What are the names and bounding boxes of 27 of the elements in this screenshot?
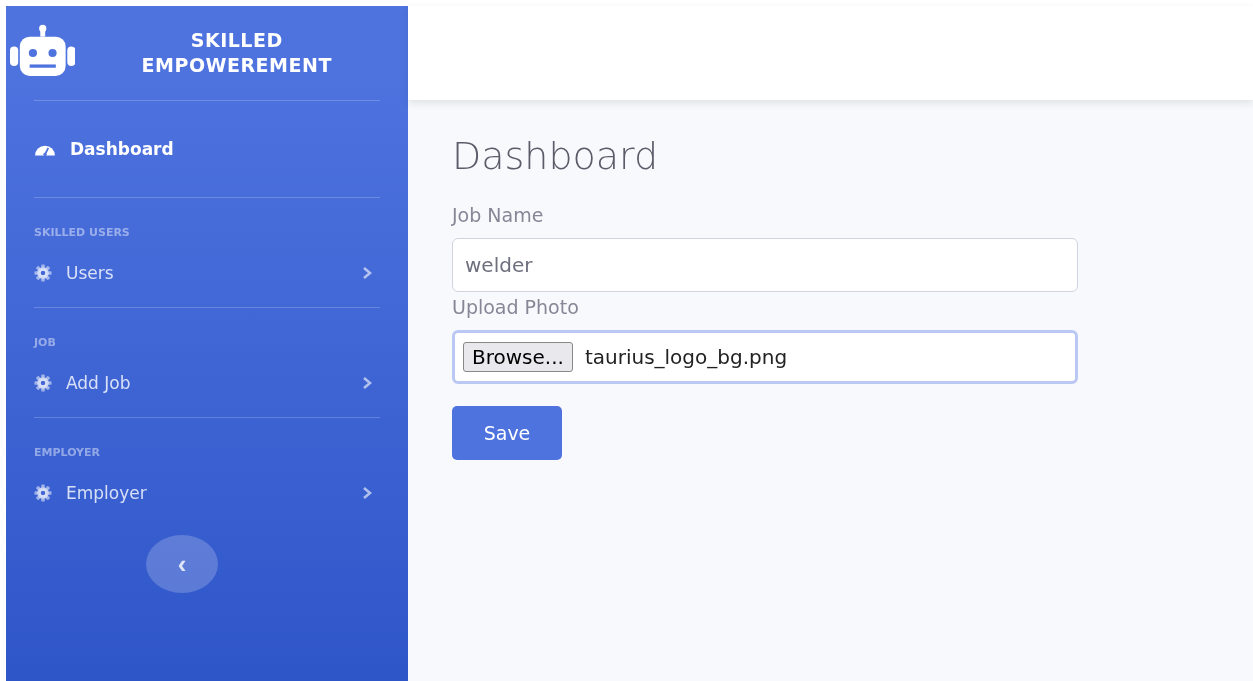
- file-input-field[interactable]: Browse... taurius_logo_bg.png: [452, 330, 1078, 384]
- chevron-right-icon: [362, 487, 372, 499]
- input-field[interactable]: welder: [452, 238, 1078, 292]
- nav-item[interactable]: Employer: [34, 459, 380, 527]
- page-title: Dashboard: [452, 134, 659, 178]
- nav-label: Add Job: [66, 373, 132, 393]
- nav-item[interactable]: Users: [34, 239, 380, 307]
- nav-label: Employer: [66, 483, 148, 503]
- chevron-right-icon: [362, 377, 372, 389]
- browse-button[interactable]: Browse...: [463, 342, 573, 372]
- chevron-right-icon: [362, 267, 372, 279]
- field-label: Upload Photo: [452, 296, 579, 318]
- gear-icon: [34, 374, 52, 392]
- nav-label: Dashboard: [70, 139, 175, 159]
- nav-label: Users: [66, 263, 115, 283]
- brand-title[interactable]: SKILLED EMPOWEREMENT: [93, 28, 380, 78]
- nav-item[interactable]: Add Job: [34, 349, 380, 417]
- sidebar-toggle-button[interactable]: ‹: [146, 535, 218, 593]
- gear-icon: [34, 484, 52, 502]
- section-heading: EMPLOYER: [34, 446, 102, 459]
- section-heading: JOB: [34, 336, 57, 349]
- file-name: taurius_logo_bg.png: [584, 345, 788, 369]
- field-label: Job Name: [452, 204, 544, 226]
- save-button[interactable]: Save: [452, 406, 562, 460]
- gear-icon: [34, 264, 52, 282]
- nav-item[interactable]: Dashboard: [34, 101, 380, 197]
- section-heading: SKILLED USERS: [34, 226, 131, 239]
